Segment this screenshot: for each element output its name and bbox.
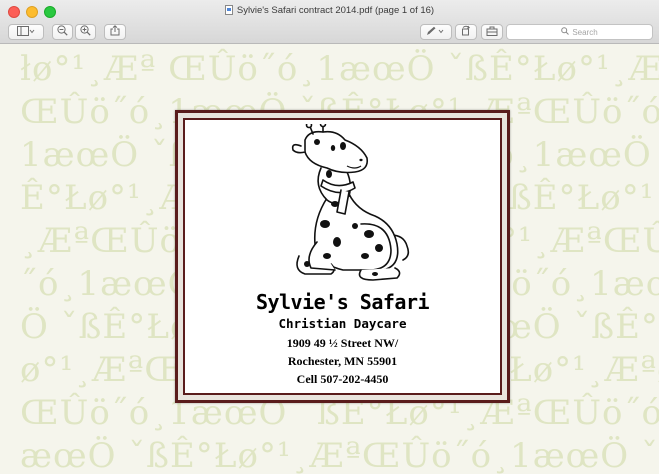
search-field[interactable]: Search xyxy=(506,24,653,40)
sidebar-icon xyxy=(17,23,35,41)
zoom-in-icon xyxy=(80,23,91,41)
zoom-out-icon xyxy=(57,23,68,41)
title-bar: Sylvie's Safari contract 2014.pdf (page … xyxy=(0,0,659,44)
rotate-button[interactable] xyxy=(455,24,477,40)
zoom-in-button[interactable] xyxy=(75,24,96,40)
toolbox-icon xyxy=(486,23,498,41)
sidebar-view-button[interactable] xyxy=(8,24,44,40)
pdf-document-icon xyxy=(224,5,233,20)
rotate-icon xyxy=(461,23,471,41)
share-icon xyxy=(110,23,120,41)
search-icon xyxy=(561,27,572,37)
share-button[interactable] xyxy=(104,24,126,40)
window-title-area: Sylvie's Safari contract 2014.pdf (page … xyxy=(0,4,659,20)
watermark-line: łø°¹¸Æª ŒÛö˝ó¸1æœÖ ˇßÊ°Łø°¹¸Æª xyxy=(20,49,659,89)
window-title: Sylvie's Safari contract 2014.pdf (page … xyxy=(236,5,435,16)
preview-window: Sylvie's Safari contract 2014.pdf (page … xyxy=(0,0,659,474)
markup-button[interactable] xyxy=(420,24,452,40)
logo-card: Sylvie's Safari Christian Daycare 1909 4… xyxy=(175,110,510,403)
logo-card-inner: Sylvie's Safari Christian Daycare 1909 4… xyxy=(183,118,502,395)
pen-icon xyxy=(426,23,446,41)
giraffe-illustration xyxy=(265,120,425,287)
watermark-line: æœÖ ˇßÊ°Łø°¹¸ÆªŒÛö˝ó¸1æœÖ ˇßÊ xyxy=(20,436,659,474)
logo-subtitle: Christian Daycare xyxy=(278,316,407,331)
document-page[interactable]: łø°¹¸Æª ŒÛö˝ó¸1æœÖ ˇßÊ°Łø°¹¸Æª ŒÛö˝ó¸1æœ… xyxy=(0,44,659,474)
search-placeholder: Search xyxy=(572,27,598,37)
logo-address-line-1: 1909 49 ½ Street NW/ xyxy=(286,336,399,350)
toolbox-button[interactable] xyxy=(481,24,503,40)
logo-title: Sylvie's Safari xyxy=(255,290,430,314)
logo-phone: Cell 507-202-4450 xyxy=(296,372,389,386)
zoom-out-button[interactable] xyxy=(52,24,73,40)
logo-address-line-2: Rochester, MN 55901 xyxy=(287,354,398,368)
